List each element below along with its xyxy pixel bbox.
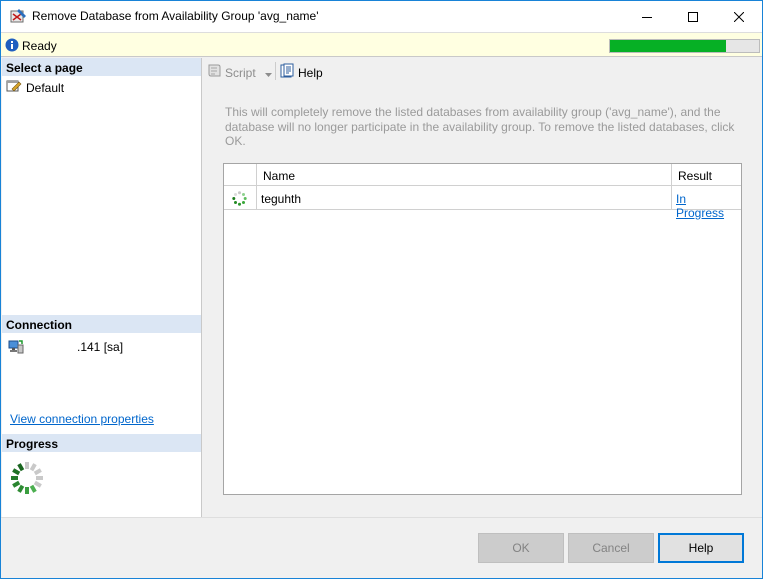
main-pane: Script Help This will completely remove … [202, 58, 762, 517]
result-column-header[interactable]: Result [672, 164, 741, 186]
spinner-icon [224, 186, 257, 210]
table-row[interactable]: teguhth In Progress [224, 186, 741, 220]
status-text: Ready [22, 39, 57, 53]
toolbar-separator [275, 62, 276, 80]
status-column-header [224, 164, 257, 186]
info-icon [5, 38, 19, 55]
grid-header: Name Result [224, 164, 741, 186]
title-bar[interactable]: Remove Database from Availability Group … [1, 1, 762, 32]
window-title: Remove Database from Availability Group … [32, 9, 319, 23]
progress-spinner-icon [10, 461, 44, 495]
status-bar: Ready [1, 32, 762, 57]
left-pane: Select a page Default Connection .141 [s… [2, 58, 202, 517]
connection-info: .141 [sa] [8, 339, 198, 355]
ok-button[interactable]: OK [478, 533, 564, 563]
status-progress-fill [610, 40, 727, 52]
help-toolbar-button[interactable]: Help [279, 63, 323, 82]
row-result-link[interactable]: In Progress [676, 192, 724, 220]
connection-text: .141 [sa] [77, 340, 124, 354]
script-icon [206, 63, 222, 82]
progress-header: Progress [2, 434, 201, 452]
help-button[interactable]: Help [658, 533, 744, 563]
minimize-button[interactable] [624, 1, 670, 32]
toolbar: Script Help [202, 58, 762, 84]
script-label: Script [225, 65, 256, 80]
help-icon [279, 63, 295, 82]
ssms-app-icon [10, 8, 27, 25]
chevron-down-icon[interactable] [264, 66, 272, 80]
row-result: In Progress [672, 186, 741, 220]
database-grid: Name Result teguhth In Progress [223, 163, 742, 495]
row-name: teguhth [257, 186, 672, 210]
dialog-window: Remove Database from Availability Group … [0, 0, 763, 579]
server-connection-icon [8, 339, 24, 358]
name-column-header[interactable]: Name [257, 164, 672, 186]
script-button[interactable]: Script [206, 63, 272, 82]
page-wrench-icon [6, 79, 22, 96]
description-text: This will completely remove the listed d… [225, 105, 735, 148]
cancel-button[interactable]: Cancel [568, 533, 654, 563]
help-toolbar-label: Help [298, 65, 323, 80]
maximize-button[interactable] [670, 1, 716, 32]
page-item-default[interactable]: Default [6, 79, 64, 96]
view-connection-properties-link[interactable]: View connection properties [10, 412, 154, 426]
page-item-label: Default [26, 80, 65, 95]
button-bar: OK Cancel Help [1, 517, 762, 578]
select-page-header: Select a page [2, 58, 201, 76]
close-button[interactable] [716, 1, 762, 32]
connection-header: Connection [2, 315, 201, 333]
status-progress-bar [609, 39, 760, 53]
